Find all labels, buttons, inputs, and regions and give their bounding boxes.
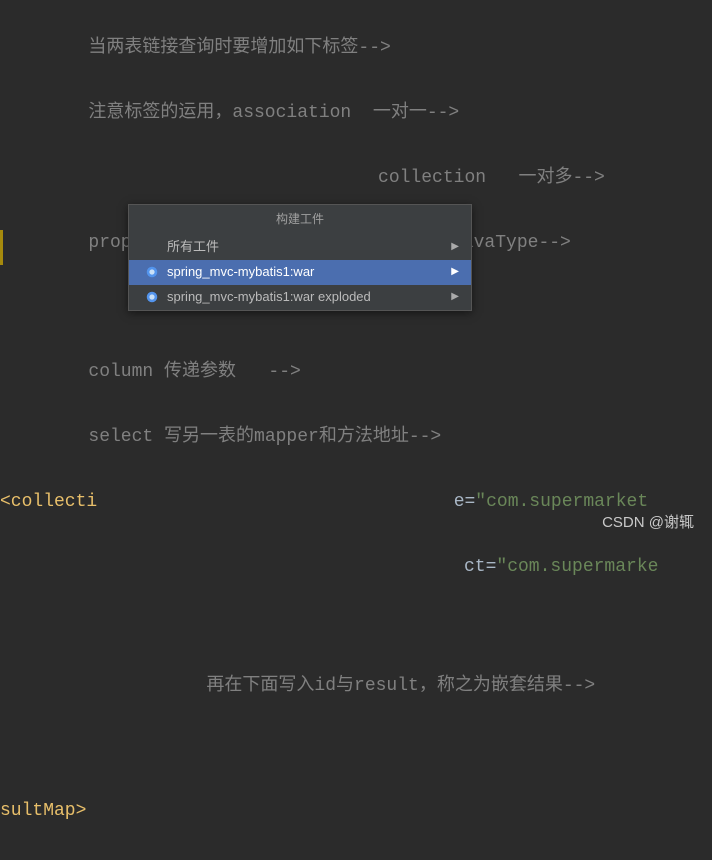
submenu-arrow-icon: ▶ [451, 263, 459, 281]
xml-tag: <collecti [0, 492, 97, 512]
change-marker [0, 230, 3, 265]
xml-attr: e= [454, 492, 476, 512]
artifact-icon [145, 265, 159, 279]
code-line: collection 一对多--> [0, 162, 712, 194]
code-line: select 写另一表的mapper和方法地址--> [0, 421, 712, 453]
menu-item-label: spring_mvc-mybatis1:war exploded [167, 285, 371, 308]
menu-item-label: 所有工件 [167, 235, 219, 258]
submenu-arrow-icon: ▶ [451, 288, 459, 306]
menu-item-war-exploded[interactable]: spring_mvc-mybatis1:war exploded ▶ [129, 285, 471, 310]
code-line: column 传递参数 --> [0, 356, 712, 388]
xml-value: "com.supermarke [496, 557, 658, 577]
code-line: 当两表链接查询时要增加如下标签--> [0, 32, 712, 64]
menu-item-all-artifacts[interactable]: 所有工件 ▶ [129, 235, 471, 260]
code-line: sultMap> [0, 795, 712, 827]
popup-title: 构建工件 [129, 205, 471, 235]
xml-attr: ct= [464, 557, 496, 577]
code-line: 注意标签的运用，association 一对一--> [0, 97, 712, 129]
menu-item-war[interactable]: spring_mvc-mybatis1:war ▶ [129, 260, 471, 285]
code-line: 再在下面写入id与result，称之为嵌套结果--> [0, 670, 712, 702]
submenu-arrow-icon: ▶ [451, 238, 459, 256]
menu-item-label: spring_mvc-mybatis1:war [167, 260, 314, 283]
code-editor[interactable]: 当两表链接查询时要增加如下标签--> 注意标签的运用，association 一… [0, 0, 712, 860]
code-line: ct="com.supermarke [0, 551, 712, 583]
build-artifacts-popup: 构建工件 所有工件 ▶ spring_mvc-mybatis1:war ▶ sp… [128, 204, 472, 311]
csdn-watermark: CSDN @谢辄 [602, 509, 694, 536]
artifact-icon [145, 290, 159, 304]
